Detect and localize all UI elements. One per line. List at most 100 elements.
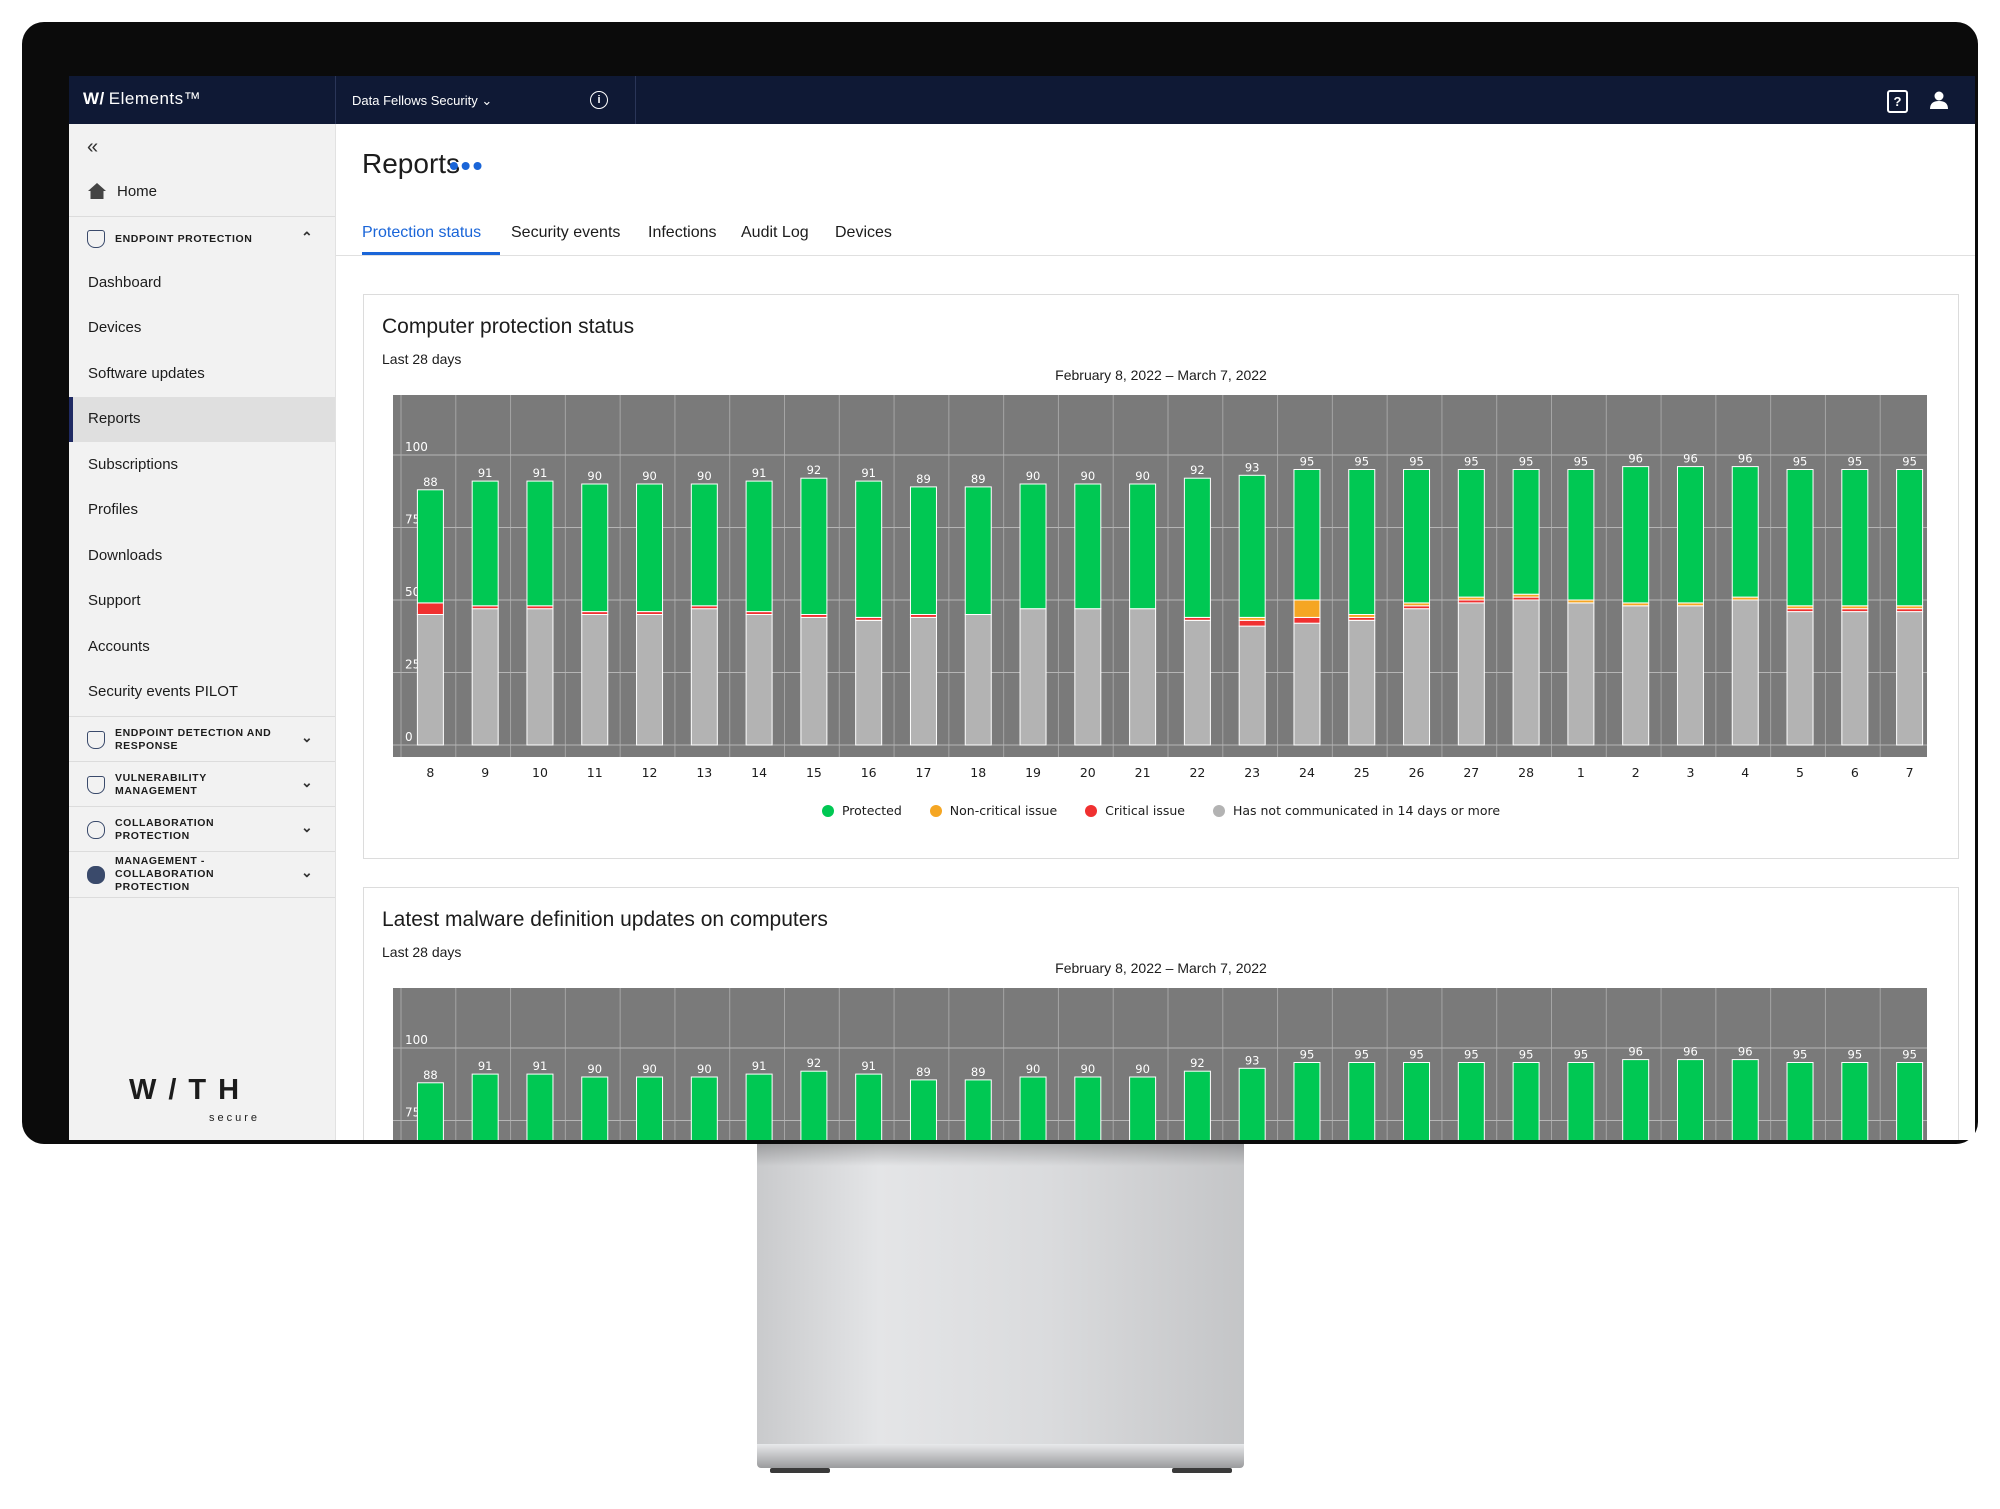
bar-total-label: 90 — [1135, 469, 1150, 483]
sidebar-item-home[interactable]: Home — [69, 170, 335, 215]
bar-segment — [964, 614, 992, 746]
brand-name: Elements™ — [108, 89, 202, 108]
sidebar-section-collaboration-protection[interactable]: COLLABORATION PROTECTION ⌄ — [69, 806, 335, 852]
bar-total-label: 92 — [807, 1056, 822, 1070]
bar — [690, 1076, 718, 1140]
bar-total-label: 93 — [1245, 1053, 1260, 1067]
bar-segment — [1293, 599, 1321, 618]
stand-base — [757, 1444, 1244, 1468]
bar — [855, 1073, 883, 1140]
chevron-down-icon[interactable]: ⌄ — [301, 864, 313, 881]
sidebar-item-profiles[interactable]: Profiles — [69, 488, 335, 533]
bar — [526, 1073, 554, 1140]
x-tick-label: 26 — [1409, 765, 1425, 780]
sidebar-item-support[interactable]: Support — [69, 579, 335, 624]
x-tick-label: 1 — [1577, 765, 1585, 780]
bar-total-label: 95 — [1902, 455, 1917, 469]
sidebar-item-label: Subscriptions — [88, 456, 179, 473]
bar — [745, 1073, 773, 1140]
stand-foot — [770, 1468, 830, 1473]
bar-total-label: 91 — [752, 1059, 767, 1073]
sidebar-item-dashboard[interactable]: Dashboard — [69, 261, 335, 306]
chevron-down-icon[interactable]: ⌄ — [301, 819, 313, 836]
sidebar-item-label: Devices — [88, 319, 142, 336]
legend-label: Critical issue — [1105, 803, 1185, 818]
bar-segment — [745, 614, 773, 746]
chevron-up-icon[interactable]: ⌃ — [301, 229, 313, 246]
section-label: PROTECTION — [115, 830, 190, 842]
x-tick-label: 10 — [532, 765, 548, 780]
organization-selector[interactable]: Data Fellows Security ⌄ — [352, 93, 492, 109]
sidebar-item-security-events-pilot[interactable]: Security events PILOT — [69, 670, 335, 715]
section-label: MANAGEMENT — [115, 785, 198, 797]
user-icon[interactable] — [1929, 90, 1949, 110]
bar-total-label: 95 — [1793, 1048, 1808, 1062]
bar — [581, 1076, 609, 1140]
section-label: RESPONSE — [115, 740, 179, 752]
sidebar-section-edr[interactable]: ENDPOINT DETECTION AND RESPONSE ⌄ — [69, 716, 335, 762]
brand-logo[interactable]: W/Elements™ — [83, 89, 201, 109]
legend-label: Non-critical issue — [949, 803, 1058, 818]
sidebar-item-reports[interactable]: Reports — [69, 397, 335, 442]
bar — [1731, 1059, 1759, 1140]
bar-segment — [1403, 469, 1431, 604]
topbar-divider — [335, 76, 336, 124]
bar-total-label: 96 — [1738, 1045, 1753, 1059]
legend-dot — [1212, 805, 1225, 817]
tab-security-events[interactable]: Security events — [511, 224, 620, 242]
info-icon[interactable]: i — [590, 91, 608, 109]
x-tick-label: 15 — [806, 765, 822, 780]
bar-total-label: 95 — [1519, 455, 1534, 469]
tab-devices[interactable]: Devices — [835, 224, 892, 242]
bar-total-label: 90 — [587, 469, 602, 483]
more-horizontal-icon[interactable]: ••• — [449, 150, 484, 182]
sidebar-item-devices[interactable]: Devices — [69, 306, 335, 351]
x-tick-label: 20 — [1080, 765, 1096, 780]
sidebar-item-software-updates[interactable]: Software updates — [69, 352, 335, 397]
tab-protection-status[interactable]: Protection status — [362, 224, 481, 242]
withsecure-logo-subtext: secure — [209, 1112, 261, 1124]
bar-total-label: 89 — [971, 1065, 986, 1079]
bar-segment — [1074, 608, 1102, 746]
chevron-down-icon[interactable]: ⌄ — [301, 774, 313, 791]
x-tick-label: 24 — [1299, 765, 1315, 780]
help-icon[interactable]: ? — [1887, 90, 1908, 113]
bar-segment — [964, 486, 992, 615]
sidebar-item-downloads[interactable]: Downloads — [69, 534, 335, 579]
tab-infections[interactable]: Infections — [648, 224, 716, 242]
sidebar-item-label: Security events PILOT — [88, 683, 239, 700]
bar-total-label: 90 — [642, 1062, 657, 1076]
y-tick-label: 0 — [405, 730, 413, 744]
bar-total-label: 88 — [423, 475, 438, 489]
legend-item-protected[interactable]: Protected — [821, 803, 902, 818]
bar-total-label: 95 — [1409, 455, 1424, 469]
sidebar-item-label: Profiles — [88, 501, 139, 518]
bar-segment — [581, 614, 609, 746]
legend-item-non-critical[interactable]: Non-critical issue — [929, 803, 1058, 818]
organization-name: Data Fellows Security — [352, 93, 478, 108]
bar-total-label: 95 — [1519, 1048, 1534, 1062]
bar — [1512, 1062, 1540, 1140]
x-tick-label: 17 — [916, 765, 932, 780]
bar — [1403, 1062, 1431, 1140]
legend-item-critical[interactable]: Critical issue — [1085, 803, 1185, 818]
sidebar-item-subscriptions[interactable]: Subscriptions — [69, 443, 335, 488]
screen: W/Elements™ Data Fellows Security ⌄ i ? … — [69, 76, 1975, 1140]
sidebar-section-management-collaboration-protection[interactable]: MANAGEMENT - COLLABORATION PROTECTION ⌄ — [69, 851, 335, 898]
x-tick-label: 25 — [1354, 765, 1370, 780]
double-chevron-left-icon[interactable]: « — [87, 136, 98, 159]
bar-segment — [1676, 466, 1704, 604]
chevron-down-icon[interactable]: ⌄ — [301, 729, 313, 746]
bar-total-label: 89 — [916, 1065, 931, 1079]
sidebar-section-vulnerability-management[interactable]: VULNERABILITY MANAGEMENT ⌄ — [69, 761, 335, 807]
bar — [1074, 1076, 1102, 1140]
sidebar-section-endpoint-protection[interactable]: ENDPOINT PROTECTION ⌃ — [69, 216, 335, 262]
tab-audit-log[interactable]: Audit Log — [741, 224, 809, 242]
bar-total-label: 90 — [1026, 1062, 1041, 1076]
bar-segment — [800, 616, 828, 746]
legend-item-not-communicated[interactable]: Has not communicated in 14 days or more — [1212, 803, 1500, 818]
bar-total-label: 91 — [861, 466, 876, 480]
bar-total-label: 96 — [1628, 1045, 1643, 1059]
sidebar-item-accounts[interactable]: Accounts — [69, 625, 335, 670]
bar-segment — [416, 614, 444, 746]
